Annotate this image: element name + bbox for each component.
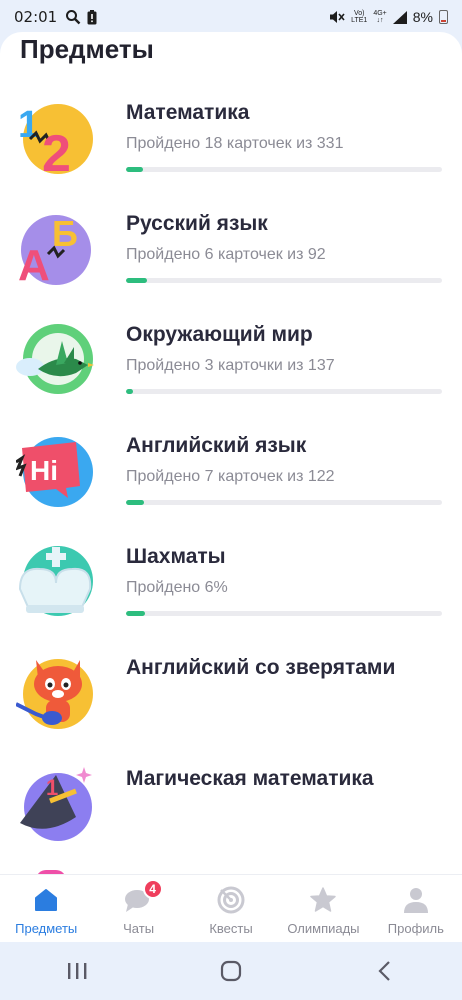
nav-label: Чаты (123, 921, 155, 936)
subject-progress-bar (126, 389, 442, 394)
home-button[interactable] (211, 951, 251, 991)
chat-badge: 4 (142, 879, 163, 899)
mute-icon (330, 11, 345, 23)
person-icon (403, 888, 428, 913)
subject-card-russian[interactable]: А Б Русский язык Пройдено 6 карточек из … (0, 210, 462, 320)
nav-olympiads[interactable]: Олимпиады (277, 875, 369, 942)
star-icon (310, 887, 337, 912)
target-icon (217, 886, 245, 914)
subject-card-english-animals[interactable]: Английский со зверятами (0, 654, 462, 764)
search-icon (66, 10, 81, 25)
volte-indicator: Vo) LTE1 (351, 10, 368, 24)
nav-label: Предметы (15, 921, 78, 936)
status-time: 02:01 (14, 8, 58, 26)
subject-progress-text: Пройдено 3 карточки из 137 (126, 357, 335, 374)
nav-profile[interactable]: Профиль (370, 875, 462, 942)
subject-progress-bar (126, 278, 442, 283)
hi-speech-bubble-icon: Hi (16, 437, 93, 507)
subject-name: Русский язык (126, 212, 268, 235)
subject-progress-text: Пройдено 7 карточек из 122 (126, 468, 335, 485)
page-title: Предметы (20, 34, 154, 64)
battery-icon (439, 10, 448, 24)
subject-name: Английский со зверятами (126, 656, 396, 679)
nav-label: Олимпиады (287, 921, 360, 936)
nav-chats[interactable]: 4 Чаты (92, 875, 184, 942)
subject-progress-text: Пройдено 18 карточек из 331 (126, 135, 344, 152)
battery-alert-icon (87, 9, 97, 24)
svg-text:1: 1 (46, 775, 58, 800)
network-indicator: 4G+ ↓↑ (373, 10, 387, 24)
nav-quests[interactable]: Квесты (185, 875, 277, 942)
subject-name: Шахматы (126, 545, 226, 568)
subject-card-world[interactable]: Окружающий мир Пройдено 3 карточки из 13… (0, 321, 462, 431)
system-navigation-bar (0, 942, 462, 1000)
subject-progress-bar (126, 611, 442, 616)
subject-name: Английский язык (126, 434, 307, 457)
nav-label: Профиль (387, 921, 444, 936)
signal-icon (392, 10, 407, 24)
subject-card-magic-math[interactable]: 1 Магическая математика (0, 765, 462, 874)
subject-name: Математика (126, 101, 250, 124)
recent-apps-button[interactable] (57, 951, 97, 991)
letters-ab-icon: А Б (18, 213, 91, 288)
back-chevron-icon (378, 961, 390, 981)
subjects-sheet: Предметы 1 2 Математика Пройдено 18 карт… (0, 32, 462, 874)
subject-name: Окружающий мир (126, 323, 313, 346)
nav-label: Квесты (209, 921, 253, 936)
battery-percent: 8% (412, 9, 433, 25)
magic-hat-icon: 1 (20, 767, 92, 841)
svg-text:А: А (18, 241, 50, 288)
fox-guitar-icon (16, 659, 93, 729)
subject-progress-bar (126, 500, 442, 505)
subject-progress-text: Пройдено 6% (126, 579, 228, 596)
bottom-navigation: Предметы 4 Чаты Квесты Олимпиады Профиль (0, 874, 462, 942)
svg-text:Hi: Hi (30, 455, 58, 486)
nav-subjects[interactable]: Предметы (0, 875, 92, 942)
numbers-12-icon: 1 2 (18, 104, 93, 177)
subject-card-chess[interactable]: Шахматы Пройдено 6% (0, 543, 462, 653)
recent-apps-icon (68, 963, 87, 979)
subject-name: Магическая математика (126, 767, 374, 790)
svg-text:2: 2 (42, 125, 71, 177)
back-button[interactable] (365, 951, 405, 991)
svg-text:1: 1 (18, 104, 39, 146)
svg-text:Б: Б (52, 213, 78, 254)
status-bar: 02:01 Vo) LTE1 4G+ ↓↑ 8% (0, 0, 462, 34)
bird-leaf-icon (16, 324, 94, 394)
subject-card-english[interactable]: Hi Английский язык Пройдено 7 карточек и… (0, 432, 462, 542)
subject-card-math[interactable]: 1 2 Математика Пройдено 18 карточек из 3… (0, 99, 462, 209)
chess-king-icon (18, 546, 93, 616)
home-icon (35, 889, 58, 911)
subject-progress-bar (126, 167, 442, 172)
subject-progress-text: Пройдено 6 карточек из 92 (126, 246, 326, 263)
home-circle-icon (220, 960, 242, 982)
